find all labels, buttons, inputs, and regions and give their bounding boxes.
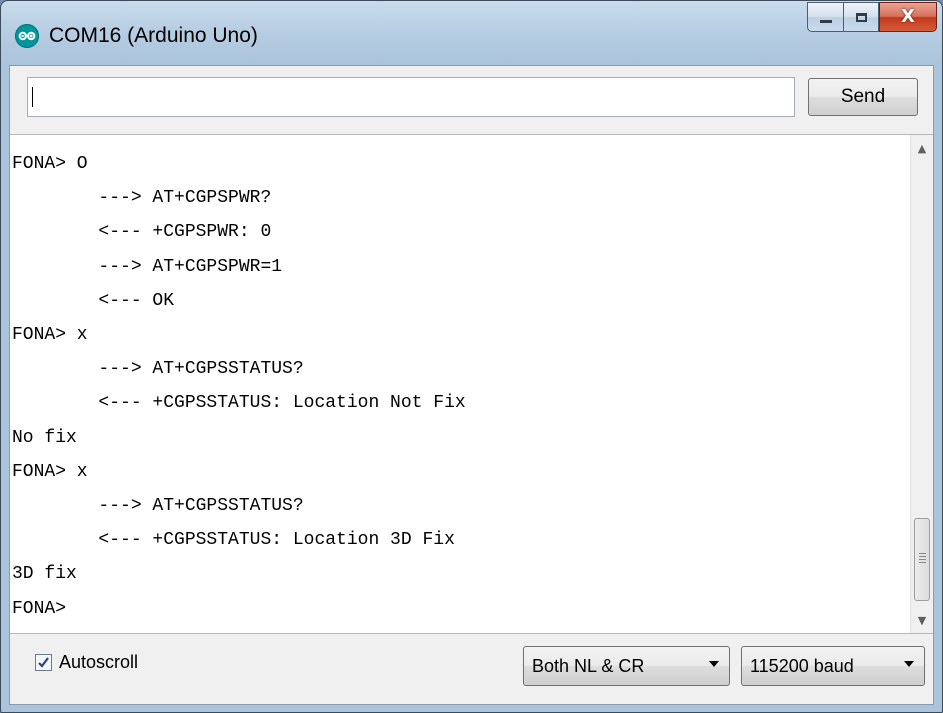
serial-output-line: FONA> x (12, 461, 88, 482)
autoscroll-label: Autoscroll (59, 652, 139, 672)
chevron-down-icon (904, 661, 914, 667)
serial-output-line: FONA> (12, 598, 67, 619)
minimize-icon (819, 19, 832, 23)
grip-icon (919, 553, 926, 563)
vertical-scrollbar[interactable]: ▲ ▼ (910, 135, 933, 633)
serial-monitor-client: Send FONA> O ---> AT+CGPSPWR? <--- +CGPS… (9, 65, 934, 705)
bottom-bar: Autoscroll Both NL & CR 115200 baud (10, 634, 933, 704)
line-ending-value: Both NL & CR (532, 655, 645, 676)
serial-output-line: ---> AT+CGPSSTATUS? (12, 496, 304, 517)
serial-output-line: <--- +CGPSPWR: 0 (12, 222, 272, 243)
serial-output-line: <--- +CGPSSTATUS: Location Not Fix (12, 393, 466, 414)
scroll-down-icon[interactable]: ▼ (911, 609, 933, 631)
maximize-icon (855, 12, 867, 22)
window-controls: X (807, 2, 937, 34)
serial-output-area[interactable]: FONA> O ---> AT+CGPSPWR? <--- +CGPSPWR: … (10, 134, 933, 634)
serial-output-line: FONA> x (12, 325, 88, 346)
input-row: Send (10, 66, 933, 134)
send-button[interactable]: Send (808, 78, 918, 116)
close-button[interactable]: X (879, 2, 937, 32)
serial-monitor-window: COM16 (Arduino Uno) X Send FONA> O ---> … (0, 0, 943, 713)
title-bar[interactable]: COM16 (Arduino Uno) X (1, 1, 942, 65)
serial-output-line: ---> AT+CGPSPWR? (12, 188, 272, 209)
serial-output-line: <--- +CGPSSTATUS: Location 3D Fix (12, 530, 455, 551)
serial-output-line: ---> AT+CGPSPWR=1 (12, 256, 283, 277)
window-title: COM16 (Arduino Uno) (49, 24, 258, 47)
chevron-down-icon (709, 661, 719, 667)
autoscroll-checkbox[interactable] (35, 654, 52, 671)
scroll-up-icon[interactable]: ▲ (911, 137, 933, 159)
close-icon: X (901, 6, 915, 27)
line-ending-select[interactable]: Both NL & CR (523, 646, 730, 686)
baud-rate-select[interactable]: 115200 baud (741, 646, 925, 686)
serial-command-input[interactable] (27, 77, 795, 117)
serial-output-text: FONA> O ---> AT+CGPSPWR? <--- +CGPSPWR: … (12, 147, 892, 626)
serial-output-line: FONA> O (12, 154, 88, 174)
baud-rate-value: 115200 baud (750, 655, 854, 676)
text-caret (32, 87, 33, 107)
serial-output-line: 3D fix (12, 564, 77, 585)
serial-output-line: ---> AT+CGPSSTATUS? (12, 359, 304, 380)
arduino-logo-icon (15, 24, 39, 48)
serial-output-line: <--- OK (12, 290, 175, 311)
checkmark-icon (38, 657, 49, 668)
maximize-button[interactable] (843, 2, 879, 32)
minimize-button[interactable] (807, 2, 843, 32)
serial-output-line: No fix (12, 427, 77, 448)
autoscroll-toggle[interactable]: Autoscroll (35, 652, 138, 673)
scrollbar-thumb[interactable] (914, 518, 930, 601)
